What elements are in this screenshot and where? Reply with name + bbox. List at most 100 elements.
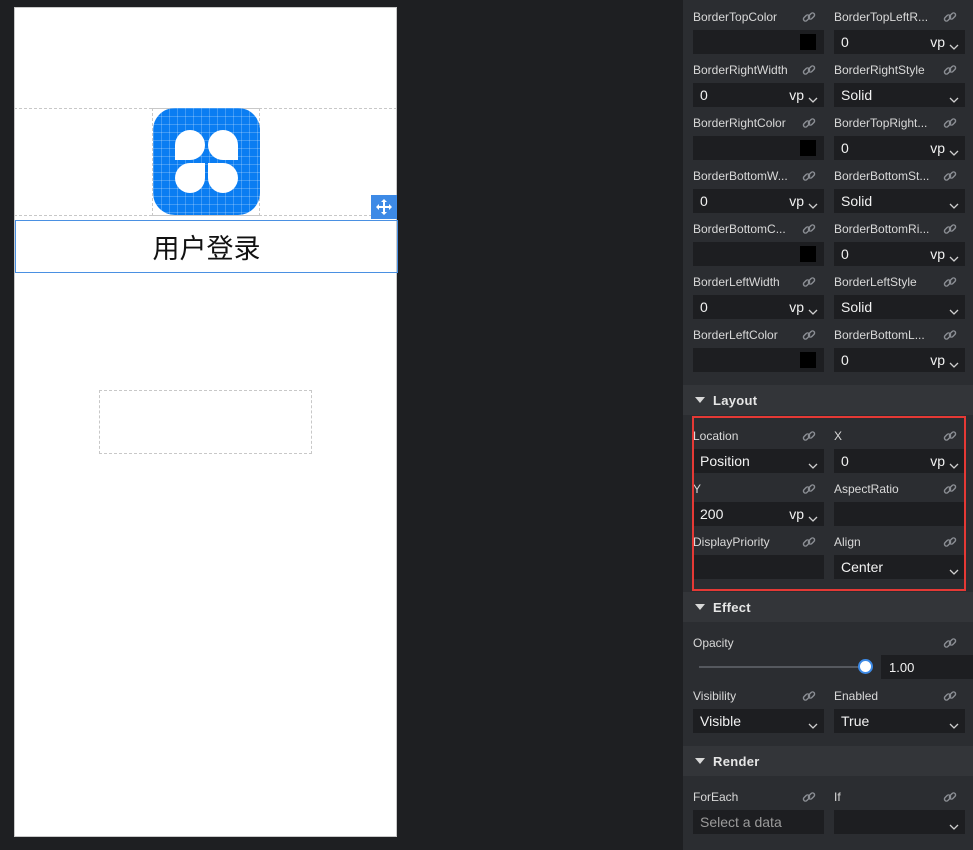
prop-borderbottomst: BorderBottomSt... Solid <box>834 169 965 215</box>
unit-label: vp <box>930 34 945 50</box>
empty-component-placeholder[interactable] <box>99 390 312 454</box>
unit-label: vp <box>930 246 945 262</box>
prop-borderrightstyle: BorderRightStyle Solid <box>834 63 965 109</box>
chevron-down-icon[interactable] <box>949 91 959 107</box>
prop-borderbottomc: BorderBottomC... <box>693 222 824 268</box>
link-icon[interactable] <box>801 688 817 704</box>
chevron-down-icon[interactable] <box>949 38 959 54</box>
link-icon[interactable] <box>801 221 817 237</box>
section-header-layout[interactable]: Layout <box>683 385 973 415</box>
input-borderbottomw[interactable]: 0 vp <box>693 189 824 213</box>
prop-borderrightwidth: BorderRightWidth 0 vp <box>693 63 824 109</box>
input-borderrightwidth[interactable]: 0 vp <box>693 83 824 107</box>
link-icon[interactable] <box>801 62 817 78</box>
collapse-triangle-icon <box>695 397 705 403</box>
chevron-down-icon[interactable] <box>949 144 959 160</box>
link-icon[interactable] <box>801 9 817 25</box>
opacity-slider-handle[interactable] <box>857 659 873 674</box>
input-bordertopcolor[interactable] <box>693 30 824 54</box>
prop-label: Visibility <box>693 689 737 703</box>
input-bordertopright[interactable]: 0 vp <box>834 136 965 160</box>
prop-bordertopright: BorderTopRight... 0 vp <box>834 116 965 162</box>
select-visibility[interactable]: Visible <box>693 709 824 733</box>
chevron-down-icon[interactable] <box>808 303 818 319</box>
input-borderleftwidth[interactable]: 0 vp <box>693 295 824 319</box>
input-foreach[interactable]: Select a data <box>693 810 824 834</box>
chevron-down-icon[interactable] <box>949 818 959 834</box>
field-value: 0 <box>700 299 708 315</box>
color-swatch[interactable] <box>800 140 816 156</box>
select-borderrightstyle[interactable]: Solid <box>834 83 965 107</box>
section-header-effect[interactable]: Effect <box>683 592 973 622</box>
prop-borderbottomri: BorderBottomRi... 0 vp <box>834 222 965 268</box>
input-borderrightcolor[interactable] <box>693 136 824 160</box>
link-icon[interactable] <box>942 688 958 704</box>
prop-enabled: Enabled True <box>834 689 965 735</box>
select-enabled[interactable]: True <box>834 709 965 733</box>
logo-petal <box>208 163 238 193</box>
logo-petal <box>175 163 205 193</box>
design-canvas[interactable]: 用户登录 <box>0 0 683 850</box>
section-title: Layout <box>713 393 758 408</box>
link-icon[interactable] <box>801 327 817 343</box>
chevron-down-icon[interactable] <box>949 250 959 266</box>
color-swatch[interactable] <box>800 352 816 368</box>
prop-label: BorderBottomSt... <box>834 169 930 183</box>
app-logo-image[interactable] <box>153 108 260 215</box>
input-borderbottomc[interactable] <box>693 242 824 266</box>
link-icon[interactable] <box>942 789 958 805</box>
prop-label: BorderBottomRi... <box>834 222 930 236</box>
select-borderbottomst[interactable]: Solid <box>834 189 965 213</box>
select-borderleftstyle[interactable]: Solid <box>834 295 965 319</box>
device-preview[interactable]: 用户登录 <box>14 7 398 837</box>
chevron-down-icon[interactable] <box>808 197 818 213</box>
chevron-down-icon[interactable] <box>949 197 959 213</box>
section-title: Effect <box>713 600 751 615</box>
link-icon[interactable] <box>801 789 817 805</box>
prop-label: BorderTopLeftR... <box>834 10 929 24</box>
color-swatch[interactable] <box>800 34 816 50</box>
link-icon[interactable] <box>942 274 958 290</box>
field-value: 0 <box>841 352 849 368</box>
prop-label: Opacity <box>693 636 734 650</box>
unit-label: vp <box>930 140 945 156</box>
chevron-down-icon[interactable] <box>949 303 959 319</box>
link-icon[interactable] <box>801 115 817 131</box>
link-icon[interactable] <box>942 168 958 184</box>
field-value: Solid <box>841 299 873 315</box>
section-title: Render <box>713 754 760 769</box>
link-icon[interactable] <box>942 62 958 78</box>
chevron-down-icon[interactable] <box>808 717 818 733</box>
login-title-label: 用户登录 <box>152 234 261 265</box>
input-borderleftcolor[interactable] <box>693 348 824 372</box>
prop-foreach: ForEach Select a data <box>693 790 824 836</box>
input-borderbottoml[interactable]: 0 vp <box>834 348 965 372</box>
color-swatch[interactable] <box>800 246 816 262</box>
move-handle-icon[interactable] <box>371 195 397 219</box>
prop-borderbottomw: BorderBottomW... 0 vp <box>693 169 824 215</box>
link-icon[interactable] <box>942 635 958 651</box>
link-icon[interactable] <box>942 9 958 25</box>
link-icon[interactable] <box>942 221 958 237</box>
section-header-render[interactable]: Render <box>683 746 973 776</box>
collapse-triangle-icon <box>695 758 705 764</box>
chevron-down-icon[interactable] <box>949 356 959 372</box>
link-icon[interactable] <box>942 327 958 343</box>
link-icon[interactable] <box>942 115 958 131</box>
prop-label: BorderBottomC... <box>693 222 786 236</box>
field-value: Visible <box>700 713 741 729</box>
opacity-slider-track[interactable] <box>699 666 864 668</box>
prop-bordertopleftr: BorderTopLeftR... 0 vp <box>834 10 965 56</box>
chevron-down-icon[interactable] <box>808 91 818 107</box>
link-icon[interactable] <box>801 274 817 290</box>
select-if[interactable] <box>834 810 965 834</box>
link-icon[interactable] <box>801 168 817 184</box>
prop-if: If <box>834 790 965 836</box>
input-bordertopleftr[interactable]: 0 vp <box>834 30 965 54</box>
login-title-text[interactable]: 用户登录 <box>15 220 398 273</box>
chevron-down-icon[interactable] <box>949 717 959 733</box>
prop-borderbottoml: BorderBottomL... 0 vp <box>834 328 965 374</box>
field-value: Solid <box>841 193 873 209</box>
opacity-value-field[interactable]: 1.00 <box>881 655 973 679</box>
input-borderbottomri[interactable]: 0 vp <box>834 242 965 266</box>
